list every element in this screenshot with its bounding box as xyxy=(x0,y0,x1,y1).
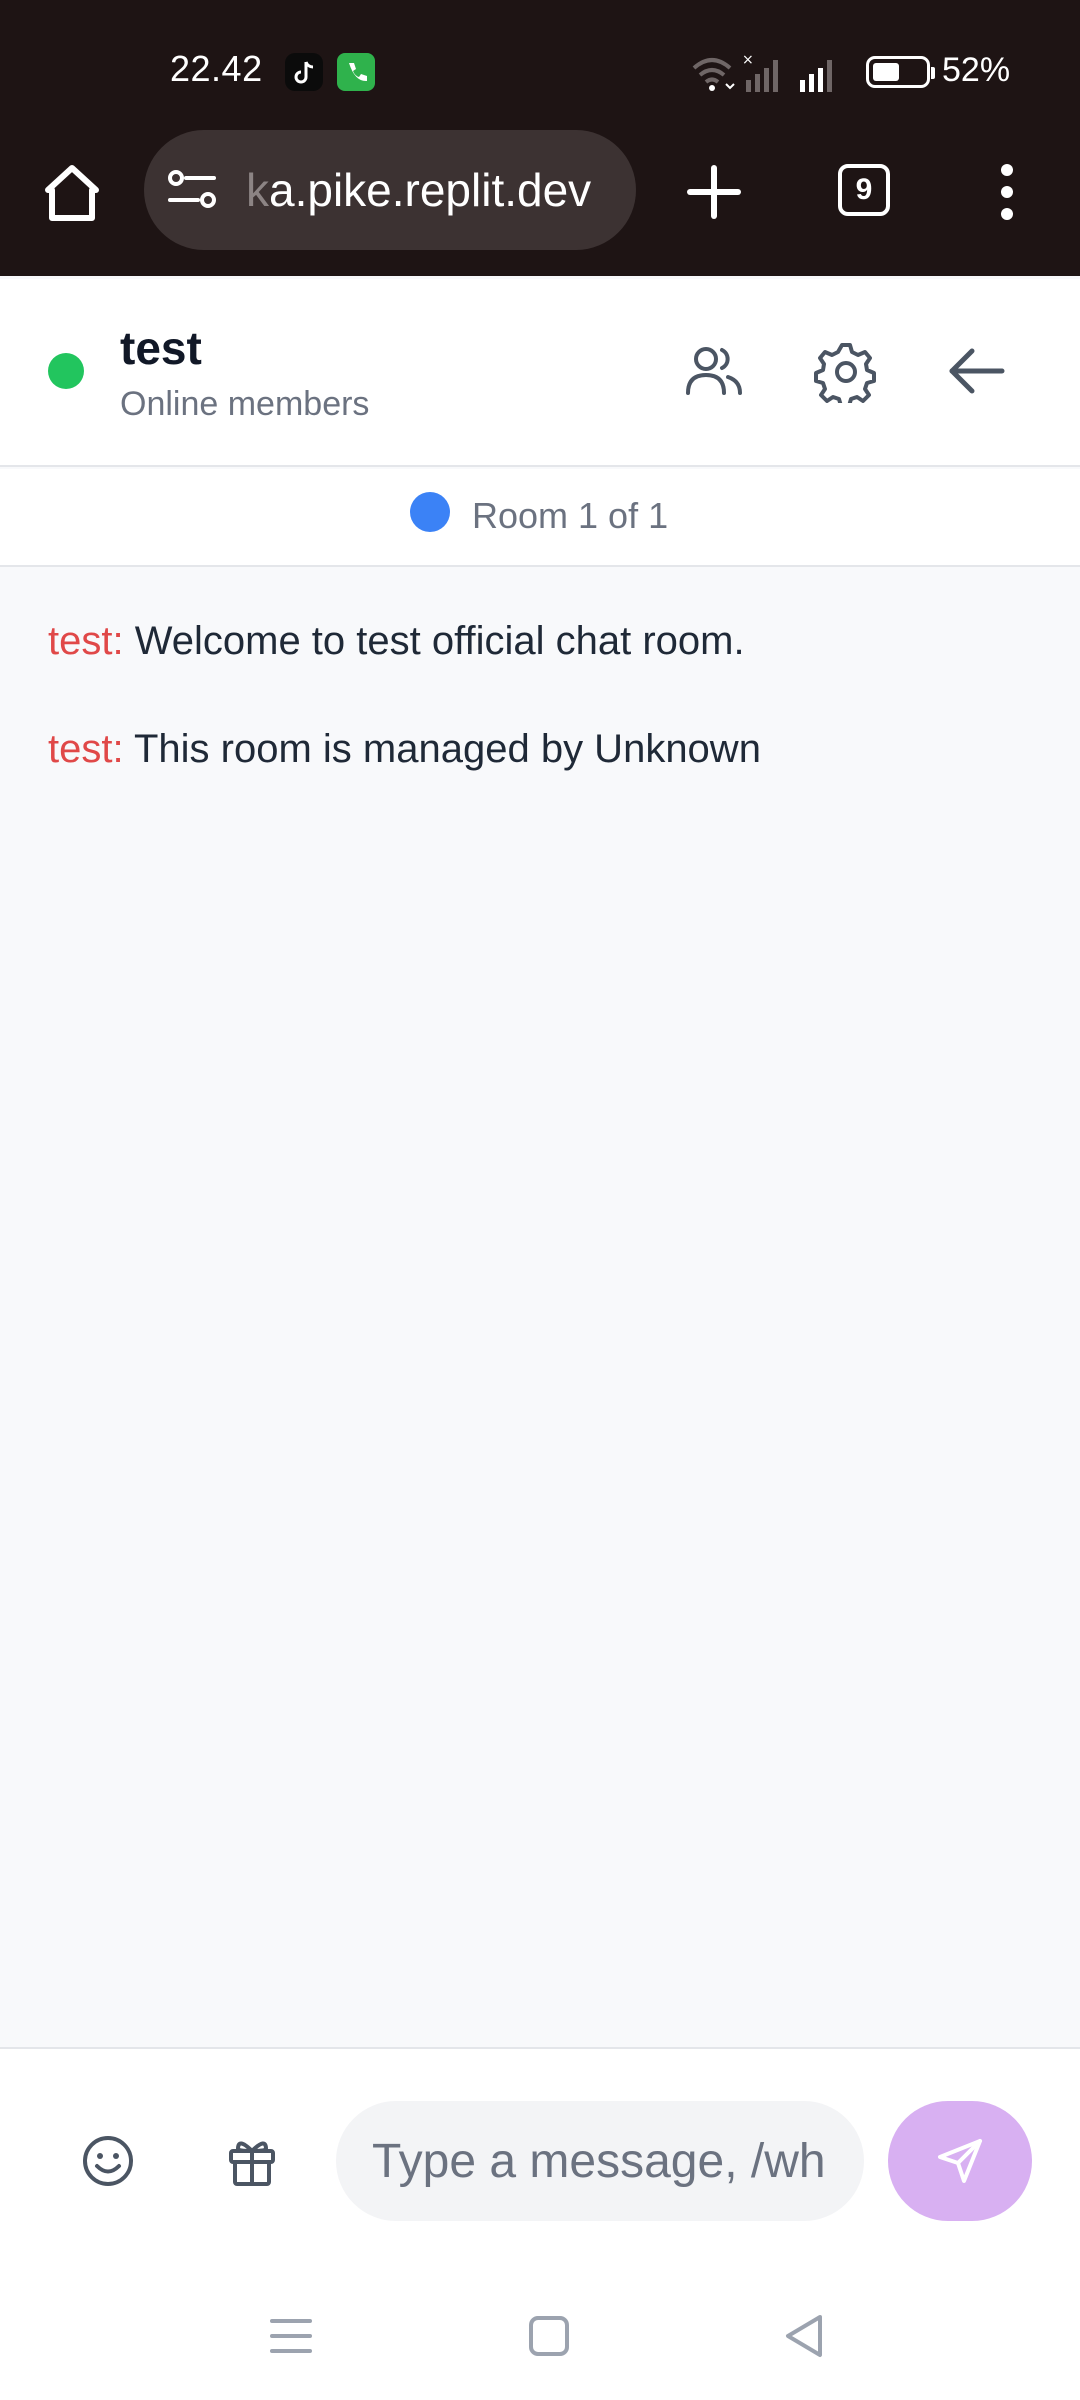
emoji-icon[interactable] xyxy=(80,2133,136,2189)
message-item: test: This room is managed by Unknown xyxy=(48,727,761,772)
message-sender[interactable]: test: xyxy=(48,619,124,663)
message-text: This room is managed by Unknown xyxy=(133,727,761,771)
system-status-icons: × xyxy=(690,50,850,94)
browser-toolbar: ka.pike.replit.dev 9 xyxy=(0,130,1080,276)
back-triangle-icon[interactable] xyxy=(780,2311,830,2361)
signal-icon xyxy=(800,60,832,92)
tiktok-icon xyxy=(285,53,323,91)
tabs-icon[interactable]: 9 xyxy=(838,164,890,216)
address-bar[interactable]: ka.pike.replit.dev xyxy=(144,130,636,250)
url-faded-prefix: k xyxy=(246,164,269,216)
site-settings-icon[interactable] xyxy=(166,168,218,212)
recent-apps-icon[interactable] xyxy=(266,2311,316,2361)
room-dot xyxy=(410,492,450,532)
battery-icon xyxy=(866,56,935,88)
url-text[interactable]: ka.pike.replit.dev xyxy=(246,160,626,220)
settings-gear-icon[interactable] xyxy=(814,339,878,408)
gift-icon[interactable] xyxy=(226,2133,278,2189)
home-square-icon[interactable] xyxy=(524,2311,574,2361)
message-input[interactable] xyxy=(336,2101,864,2221)
send-button[interactable] xyxy=(888,2101,1032,2221)
message-sender[interactable]: test: xyxy=(48,727,124,771)
back-arrow-icon[interactable] xyxy=(944,339,1008,403)
message-text: Welcome to test official chat room. xyxy=(134,619,745,663)
svg-text:×: × xyxy=(742,52,754,68)
system-navigation-bar xyxy=(0,2271,1080,2400)
wifi-icon xyxy=(692,58,735,91)
online-status-dot xyxy=(48,353,84,389)
message-composer xyxy=(0,2047,1080,2271)
more-menu-icon[interactable] xyxy=(990,160,1024,224)
signal-no-service-icon: × xyxy=(742,52,778,92)
message-list: test: Welcome to test official chat room… xyxy=(0,569,1080,2047)
new-tab-icon[interactable] xyxy=(682,160,746,224)
chat-header: test Online members xyxy=(0,279,1080,467)
browser-chrome: 22.42 × 52% ka.pike.replit.dev 9 xyxy=(0,0,1080,276)
status-bar: 22.42 × 52% xyxy=(0,0,1080,138)
message-item: test: Welcome to test official chat room… xyxy=(48,619,745,664)
room-counter: Room 1 of 1 xyxy=(472,495,669,536)
phone-icon xyxy=(337,53,375,91)
send-icon xyxy=(938,2139,982,2183)
members-icon[interactable] xyxy=(682,339,746,403)
online-members-link[interactable]: Online members xyxy=(120,385,369,424)
status-time: 22.42 xyxy=(170,48,263,89)
url-main: a.pike.replit.dev xyxy=(269,164,592,216)
room-indicator: Room 1 of 1 xyxy=(0,469,1080,567)
battery-percent: 52% xyxy=(942,51,1011,89)
home-icon[interactable] xyxy=(40,160,104,224)
room-title: test xyxy=(120,322,202,374)
